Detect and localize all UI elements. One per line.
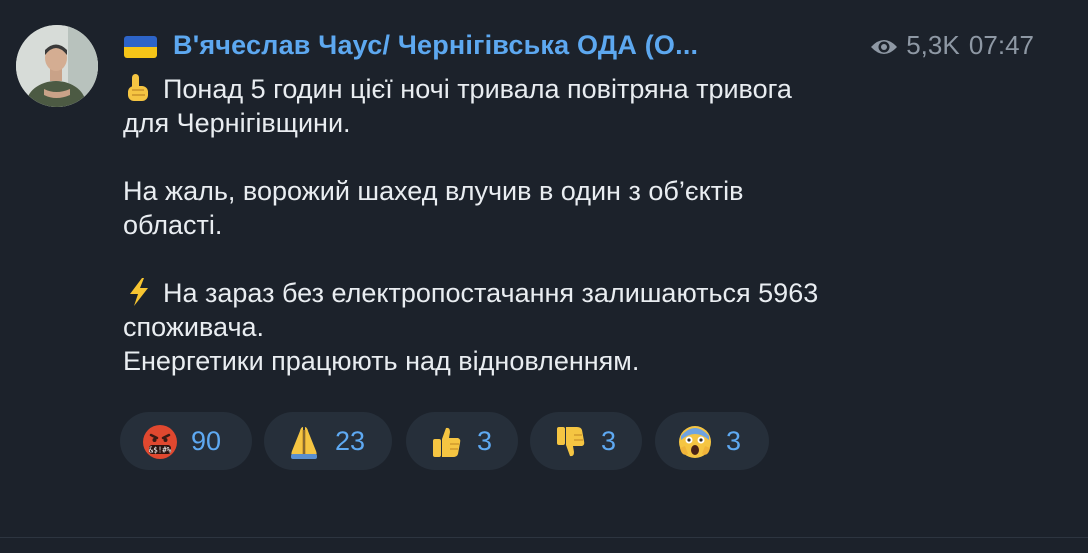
svg-text:&$!#%: &$!#% bbox=[149, 446, 172, 455]
message-line: споживача. bbox=[123, 312, 265, 342]
message-text: Понад 5 годин цієї ночі тривала повітрян… bbox=[123, 72, 1023, 378]
reaction-count: 3 bbox=[601, 426, 617, 456]
message-line: Енергетики працюють над відновленням. bbox=[123, 346, 640, 376]
reaction-shocked[interactable]: 3 bbox=[655, 412, 769, 470]
message-paragraph: На зараз без електропостачання залишають… bbox=[123, 276, 1023, 378]
divider bbox=[0, 537, 1088, 538]
message-paragraph: Понад 5 годин цієї ночі тривала повітрян… bbox=[123, 72, 1023, 140]
channel-name[interactable]: В'ячеслав Чаус/ Чернігівська ОДА (О... bbox=[173, 30, 698, 61]
message-line: На зараз без електропостачання залишають… bbox=[163, 278, 819, 308]
reaction-count: 23 bbox=[335, 426, 366, 456]
avatar[interactable] bbox=[16, 25, 98, 107]
eye-icon bbox=[871, 40, 898, 54]
angry-cursing-face-icon: &$!#% bbox=[143, 425, 177, 459]
post-meta: 5,3K 07:47 bbox=[870, 30, 1034, 61]
thumbs-down-icon bbox=[557, 427, 585, 457]
reaction-dislike[interactable]: 3 bbox=[530, 412, 642, 470]
screaming-face-icon bbox=[679, 426, 711, 458]
high-voltage-icon bbox=[130, 278, 148, 306]
reaction-count: 90 bbox=[191, 426, 222, 456]
folded-hands-icon bbox=[291, 427, 317, 459]
reaction-like[interactable]: 3 bbox=[406, 412, 518, 470]
message-line: Понад 5 годин цієї ночі тривала повітрян… bbox=[163, 74, 792, 104]
thumbs-up-icon bbox=[433, 427, 461, 457]
message-line: На жаль, ворожий шахед влучив в один з о… bbox=[123, 176, 744, 206]
channel-post: В'ячеслав Чаус/ Чернігівська ОДА (О... 5… bbox=[0, 0, 1088, 540]
ukraine-flag-icon bbox=[124, 36, 157, 58]
reaction-pray[interactable]: 23 bbox=[264, 412, 392, 470]
post-header: В'ячеслав Чаус/ Чернігівська ОДА (О... 5… bbox=[124, 28, 1064, 68]
view-count: 5,3K bbox=[906, 30, 960, 60]
reaction-count: 3 bbox=[477, 426, 493, 456]
index-pointing-up-icon bbox=[128, 74, 148, 101]
person-photo bbox=[16, 25, 98, 107]
message-line: області. bbox=[123, 210, 223, 240]
message-paragraph: На жаль, ворожий шахед влучив в один з о… bbox=[123, 174, 1023, 242]
reaction-count: 3 bbox=[726, 426, 742, 456]
reaction-angry[interactable]: &$!#% 90 bbox=[120, 412, 252, 470]
post-time: 07:47 bbox=[968, 30, 1034, 60]
message-line: для Чернігівщини. bbox=[123, 108, 351, 138]
